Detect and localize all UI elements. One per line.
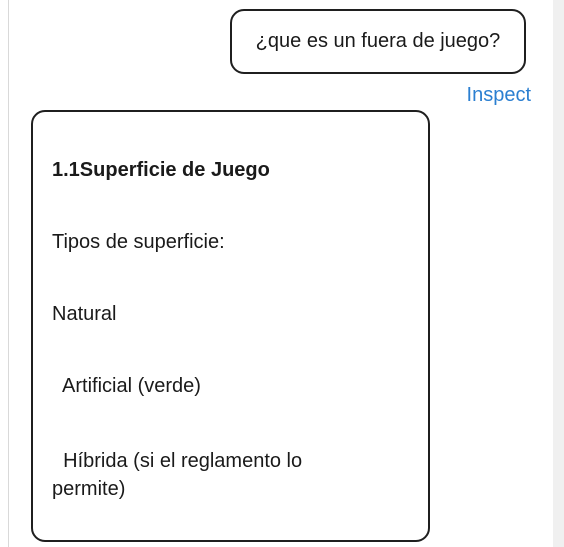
bot-message-line: Natural [52,303,117,325]
bot-message-bubble: 1.1Superficie de Juego Tipos de superfic… [31,110,430,542]
user-message-text: ¿que es un fuera de juego? [255,30,501,52]
user-message-bubble: ¿que es un fuera de juego? [230,9,526,74]
bot-message-line: Artificial (verde) [52,375,201,397]
bot-message-heading: 1.1Superficie de Juego [52,159,270,181]
inspect-link[interactable]: Inspect [467,84,531,107]
scrollbar-track[interactable] [553,0,564,547]
chat-panel-left-border [8,0,9,547]
bot-message-line: Tipos de superficie: [52,231,225,253]
bot-message-line: Híbrida (si el reglamento lo permite) [52,450,308,500]
